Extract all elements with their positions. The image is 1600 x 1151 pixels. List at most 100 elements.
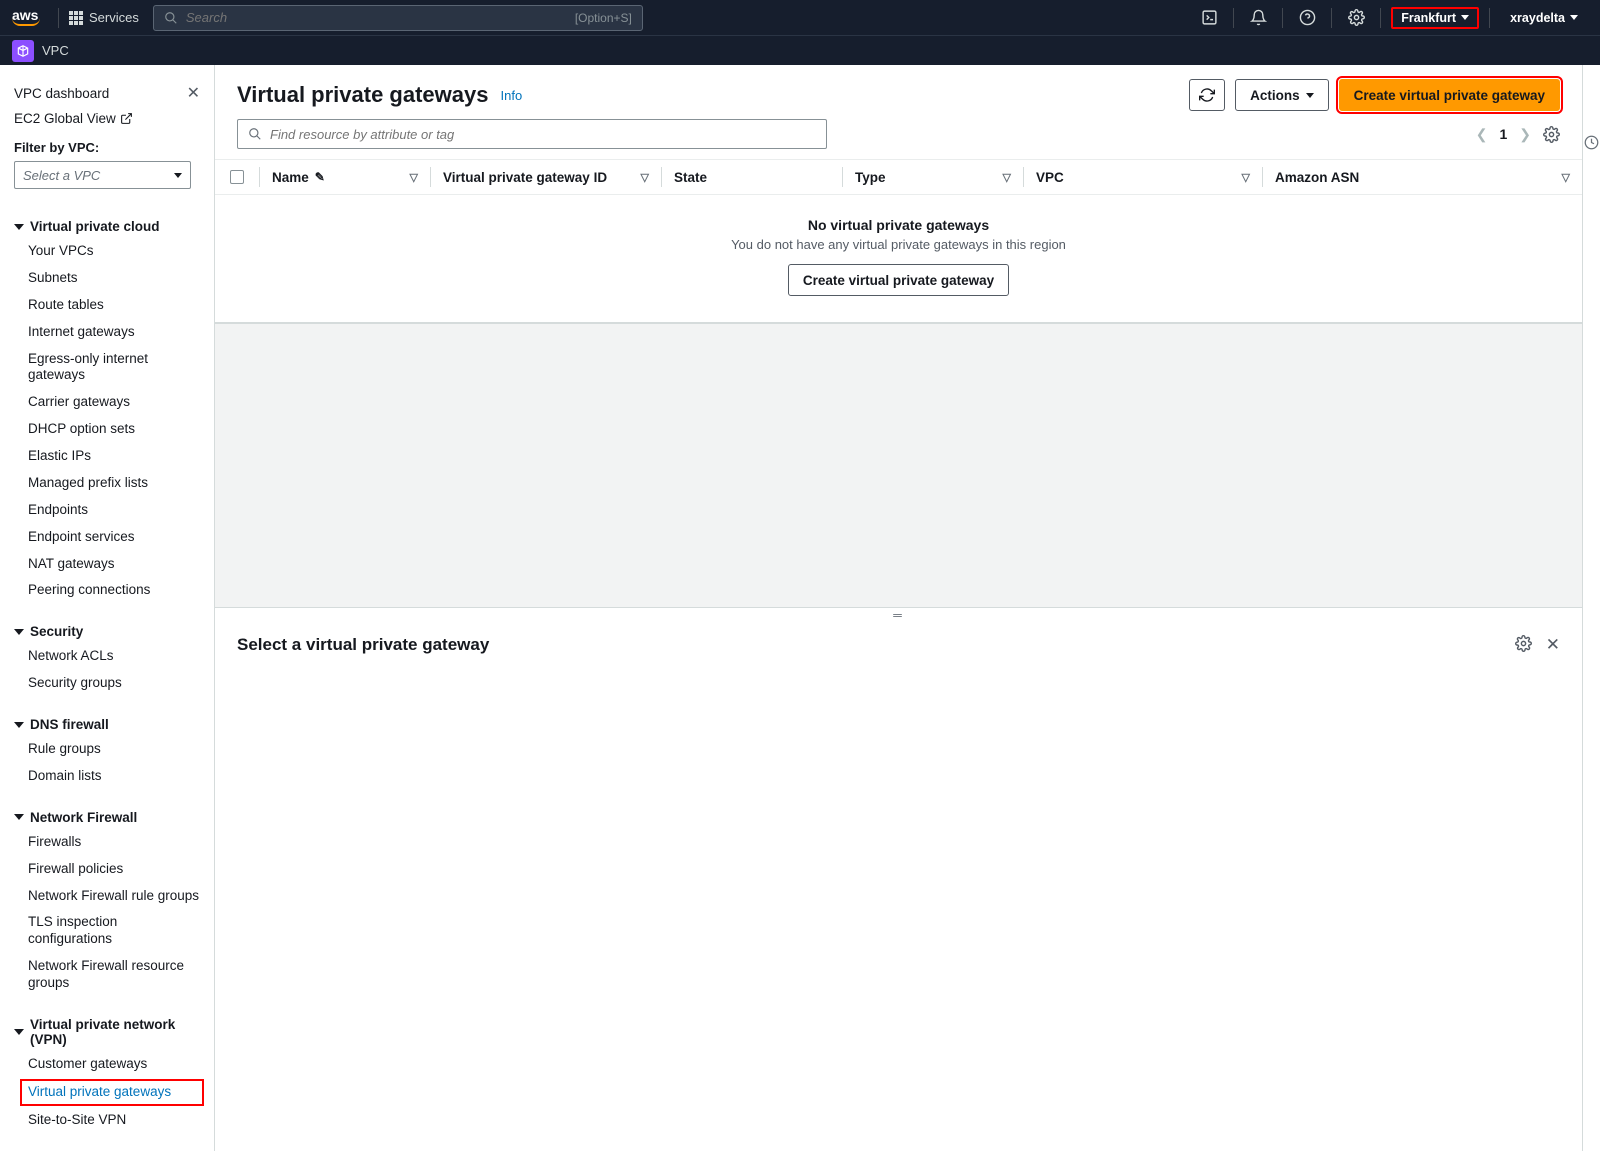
gear-icon bbox=[1543, 126, 1560, 143]
page-title: Virtual private gateways bbox=[237, 82, 489, 108]
sidebar-dashboard-link[interactable]: VPC dashboard ✕ bbox=[14, 79, 200, 107]
sidebar-item-carrier-gateways[interactable]: Carrier gateways bbox=[0, 389, 214, 416]
details-panel: Select a virtual private gateway ✕ bbox=[215, 621, 1582, 1151]
breadcrumb-service[interactable]: VPC bbox=[42, 43, 69, 58]
column-state[interactable]: State bbox=[662, 160, 842, 194]
sidebar-item-route-tables[interactable]: Route tables bbox=[0, 292, 214, 319]
user-label: xraydelta bbox=[1510, 11, 1565, 25]
account-menu[interactable]: xraydelta bbox=[1500, 11, 1588, 25]
sidebar-item-internet-gateways[interactable]: Internet gateways bbox=[0, 319, 214, 346]
next-page-button[interactable]: ❯ bbox=[1515, 122, 1535, 147]
caret-down-icon bbox=[1461, 15, 1469, 20]
search-shortcut: [Option+S] bbox=[575, 11, 632, 25]
sidebar-item-egress-gateways[interactable]: Egress-only internet gateways bbox=[0, 346, 214, 390]
section-vpc[interactable]: Virtual private cloud bbox=[0, 215, 214, 238]
global-search[interactable]: [Option+S] bbox=[153, 5, 643, 31]
panel-drag-handle[interactable]: ═ bbox=[215, 607, 1582, 621]
caret-down-icon bbox=[174, 173, 182, 178]
details-close-button[interactable]: ✕ bbox=[1546, 635, 1560, 655]
services-label: Services bbox=[89, 10, 139, 25]
services-menu[interactable]: Services bbox=[69, 10, 139, 25]
sidebar: VPC dashboard ✕ EC2 Global View Filter b… bbox=[0, 65, 215, 1151]
aws-logo[interactable]: aws bbox=[12, 10, 40, 26]
details-title: Select a virtual private gateway bbox=[237, 635, 489, 655]
sidebar-item-your-vpcs[interactable]: Your VPCs bbox=[0, 238, 214, 265]
triangle-down-icon bbox=[14, 1029, 24, 1035]
column-name[interactable]: Name✎▽ bbox=[260, 160, 430, 194]
help-icon[interactable] bbox=[1293, 4, 1321, 32]
column-type[interactable]: Type▽ bbox=[843, 160, 1023, 194]
resource-search-input[interactable] bbox=[270, 127, 816, 142]
notifications-icon[interactable] bbox=[1244, 4, 1272, 32]
select-all-checkbox[interactable] bbox=[215, 160, 259, 194]
prev-page-button[interactable]: ❮ bbox=[1472, 122, 1492, 147]
triangle-down-icon bbox=[14, 814, 24, 820]
refresh-button[interactable] bbox=[1189, 79, 1225, 111]
empty-title: No virtual private gateways bbox=[215, 217, 1582, 233]
global-search-input[interactable] bbox=[186, 10, 575, 25]
column-asn[interactable]: Amazon ASN▽ bbox=[1263, 160, 1582, 194]
vpc-service-icon[interactable] bbox=[12, 40, 34, 62]
actions-button[interactable]: Actions bbox=[1235, 79, 1329, 111]
region-selector[interactable]: Frankfurt bbox=[1391, 7, 1479, 29]
sidebar-item-rule-groups[interactable]: Rule groups bbox=[0, 736, 214, 763]
sidebar-global-view-link[interactable]: EC2 Global View bbox=[14, 107, 133, 130]
section-vpn[interactable]: Virtual private network (VPN) bbox=[0, 1013, 214, 1051]
table-settings-button[interactable] bbox=[1543, 126, 1560, 143]
empty-create-button[interactable]: Create virtual private gateway bbox=[788, 264, 1009, 296]
sidebar-item-domain-lists[interactable]: Domain lists bbox=[0, 763, 214, 790]
grid-icon bbox=[69, 11, 83, 25]
sidebar-item-security-groups[interactable]: Security groups bbox=[0, 670, 214, 697]
sidebar-item-nf-rule-groups[interactable]: Network Firewall rule groups bbox=[0, 883, 214, 910]
gear-icon bbox=[1515, 635, 1532, 652]
sidebar-item-subnets[interactable]: Subnets bbox=[0, 265, 214, 292]
filter-label: Filter by VPC: bbox=[14, 140, 200, 155]
column-vpc[interactable]: VPC▽ bbox=[1024, 160, 1262, 194]
sidebar-item-firewall-policies[interactable]: Firewall policies bbox=[0, 856, 214, 883]
sidebar-item-firewalls[interactable]: Firewalls bbox=[0, 829, 214, 856]
current-page: 1 bbox=[1499, 126, 1507, 142]
close-icon[interactable]: ✕ bbox=[187, 83, 200, 103]
right-gutter bbox=[1582, 65, 1600, 1151]
main-content: Virtual private gateways Info Actions Cr… bbox=[215, 65, 1582, 1151]
sidebar-item-tls-inspection[interactable]: TLS inspection configurations bbox=[0, 909, 214, 953]
section-dns-firewall[interactable]: DNS firewall bbox=[0, 713, 214, 736]
empty-subtitle: You do not have any virtual private gate… bbox=[215, 237, 1582, 252]
settings-icon[interactable] bbox=[1342, 4, 1370, 32]
sidebar-item-dhcp[interactable]: DHCP option sets bbox=[0, 416, 214, 443]
section-network-firewall[interactable]: Network Firewall bbox=[0, 806, 214, 829]
breadcrumb-bar: VPC bbox=[0, 35, 1600, 65]
triangle-down-icon bbox=[14, 629, 24, 635]
resource-search[interactable] bbox=[237, 119, 827, 149]
sidebar-item-endpoints[interactable]: Endpoints bbox=[0, 497, 214, 524]
region-label: Frankfurt bbox=[1401, 11, 1456, 25]
sidebar-item-prefix-lists[interactable]: Managed prefix lists bbox=[0, 470, 214, 497]
top-bar: aws Services [Option+S] Frankfurt xrayde… bbox=[0, 0, 1600, 35]
external-link-icon bbox=[120, 112, 133, 125]
vpc-filter-select[interactable]: Select a VPC bbox=[14, 161, 191, 189]
sidebar-item-customer-gateways[interactable]: Customer gateways bbox=[0, 1051, 214, 1078]
info-link[interactable]: Info bbox=[501, 88, 523, 103]
sidebar-item-peering[interactable]: Peering connections bbox=[0, 577, 214, 604]
details-settings-button[interactable] bbox=[1515, 635, 1532, 655]
refresh-icon bbox=[1199, 87, 1215, 103]
search-icon bbox=[248, 127, 262, 141]
sidebar-item-endpoint-services[interactable]: Endpoint services bbox=[0, 524, 214, 551]
paginator: ❮ 1 ❯ bbox=[1472, 122, 1560, 147]
clock-icon[interactable] bbox=[1584, 135, 1599, 1151]
sidebar-item-elastic-ips[interactable]: Elastic IPs bbox=[0, 443, 214, 470]
search-icon bbox=[164, 11, 178, 25]
sidebar-item-virtual-private-gateways[interactable]: Virtual private gateways bbox=[20, 1079, 204, 1106]
sidebar-item-nf-resource-groups[interactable]: Network Firewall resource groups bbox=[0, 953, 214, 997]
table-header: Name✎▽ Virtual private gateway ID▽ State… bbox=[215, 159, 1582, 195]
edit-icon: ✎ bbox=[315, 170, 325, 184]
table-body-empty-area bbox=[215, 324, 1582, 607]
sidebar-item-network-acls[interactable]: Network ACLs bbox=[0, 643, 214, 670]
cloudshell-icon[interactable] bbox=[1195, 4, 1223, 32]
create-vgw-button[interactable]: Create virtual private gateway bbox=[1339, 79, 1560, 111]
caret-down-icon bbox=[1306, 93, 1314, 98]
sidebar-item-site-to-site-vpn[interactable]: Site-to-Site VPN bbox=[0, 1107, 214, 1134]
sidebar-item-nat-gateways[interactable]: NAT gateways bbox=[0, 551, 214, 578]
column-vgw-id[interactable]: Virtual private gateway ID▽ bbox=[431, 160, 661, 194]
section-security[interactable]: Security bbox=[0, 620, 214, 643]
